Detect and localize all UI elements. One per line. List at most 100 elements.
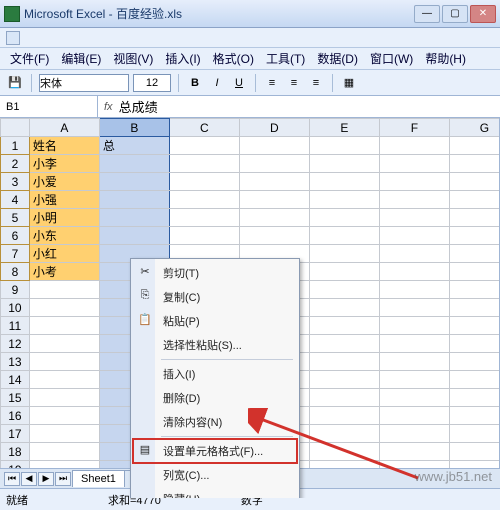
cell[interactable] [169,137,239,155]
font-size-select[interactable] [133,74,171,92]
menu-file[interactable]: 文件(F) [4,47,55,70]
row-header[interactable]: 4 [1,191,30,209]
cell[interactable] [309,173,379,191]
cell[interactable] [449,335,500,353]
cell[interactable] [309,191,379,209]
cell[interactable] [309,227,379,245]
italic-button[interactable]: I [208,74,226,92]
cell[interactable] [449,137,500,155]
row-header[interactable]: 11 [1,317,30,335]
menu-tools[interactable]: 工具(T) [260,47,311,70]
ctx-cut[interactable]: ✂剪切(T) [133,261,297,285]
align-center-icon[interactable]: ≡ [285,74,303,92]
minimize-button[interactable]: — [414,5,440,23]
col-header-c[interactable]: C [169,119,239,137]
ctx-delete[interactable]: 删除(D) [133,386,297,410]
cell[interactable]: 小强 [29,191,99,209]
menu-data[interactable]: 数据(D) [311,47,364,70]
cell[interactable] [449,245,500,263]
ctx-format-cells[interactable]: ▤设置单元格格式(F)... [133,439,297,463]
ctx-clear[interactable]: 清除内容(N) [133,410,297,434]
cell[interactable] [169,209,239,227]
cell[interactable] [379,353,449,371]
ctx-hide[interactable]: 隐藏(H) [133,487,297,498]
cell[interactable] [449,281,500,299]
row-header[interactable]: 14 [1,371,30,389]
cell[interactable] [379,389,449,407]
cell[interactable] [379,137,449,155]
cell[interactable] [309,263,379,281]
cell[interactable] [449,317,500,335]
align-left-icon[interactable]: ≡ [263,74,281,92]
tab-nav-next[interactable]: ▶ [38,472,54,486]
cell[interactable] [309,389,379,407]
cell[interactable] [29,353,99,371]
ctx-insert[interactable]: 插入(I) [133,362,297,386]
cell[interactable]: 小爱 [29,173,99,191]
cell[interactable] [239,209,309,227]
cell[interactable] [169,155,239,173]
cell[interactable] [309,443,379,461]
row-header[interactable]: 1 [1,137,30,155]
font-name-select[interactable] [39,74,129,92]
cell[interactable] [99,191,169,209]
row-header[interactable]: 6 [1,227,30,245]
cell[interactable] [29,317,99,335]
cell[interactable] [379,371,449,389]
cell[interactable] [239,155,309,173]
cell[interactable] [239,191,309,209]
cell[interactable] [29,407,99,425]
cell[interactable] [379,317,449,335]
cell[interactable] [309,155,379,173]
cell[interactable] [449,191,500,209]
col-header-g[interactable]: G [449,119,500,137]
col-header-a[interactable]: A [29,119,99,137]
cell[interactable] [99,155,169,173]
cell[interactable] [309,299,379,317]
ctx-copy[interactable]: ⎘复制(C) [133,285,297,309]
cell[interactable] [309,353,379,371]
menu-insert[interactable]: 插入(I) [159,47,206,70]
cell[interactable] [379,173,449,191]
cell[interactable]: 小东 [29,227,99,245]
cell[interactable]: 总 [99,137,169,155]
row-header[interactable]: 16 [1,407,30,425]
cell[interactable]: 小红 [29,245,99,263]
cell[interactable] [379,407,449,425]
row-header[interactable]: 8 [1,263,30,281]
cell[interactable] [29,425,99,443]
align-right-icon[interactable]: ≡ [307,74,325,92]
menu-format[interactable]: 格式(O) [207,47,260,70]
cell[interactable] [379,245,449,263]
cell[interactable] [449,209,500,227]
cell[interactable] [379,191,449,209]
ctx-paste[interactable]: 📋粘贴(P) [133,309,297,333]
cell[interactable] [29,335,99,353]
cell[interactable] [449,155,500,173]
cell[interactable] [29,299,99,317]
menu-help[interactable]: 帮助(H) [419,47,472,70]
cell[interactable] [449,443,500,461]
tab-nav-last[interactable]: ⏭ [55,472,71,486]
cell[interactable] [309,407,379,425]
cell[interactable] [449,389,500,407]
cell[interactable] [239,227,309,245]
cell[interactable] [99,173,169,191]
system-icon[interactable] [6,31,20,45]
row-header[interactable]: 9 [1,281,30,299]
cell[interactable] [379,227,449,245]
select-all-corner[interactable] [1,119,30,137]
cell[interactable] [379,299,449,317]
cell[interactable] [99,209,169,227]
ctx-paste-special[interactable]: 选择性粘贴(S)... [133,333,297,357]
cell[interactable] [449,371,500,389]
row-header[interactable]: 10 [1,299,30,317]
cell[interactable] [449,263,500,281]
row-header[interactable]: 5 [1,209,30,227]
row-header[interactable]: 7 [1,245,30,263]
cell[interactable] [449,173,500,191]
row-header[interactable]: 17 [1,425,30,443]
col-header-b[interactable]: B [99,119,169,137]
cell[interactable] [449,353,500,371]
cell[interactable] [309,425,379,443]
